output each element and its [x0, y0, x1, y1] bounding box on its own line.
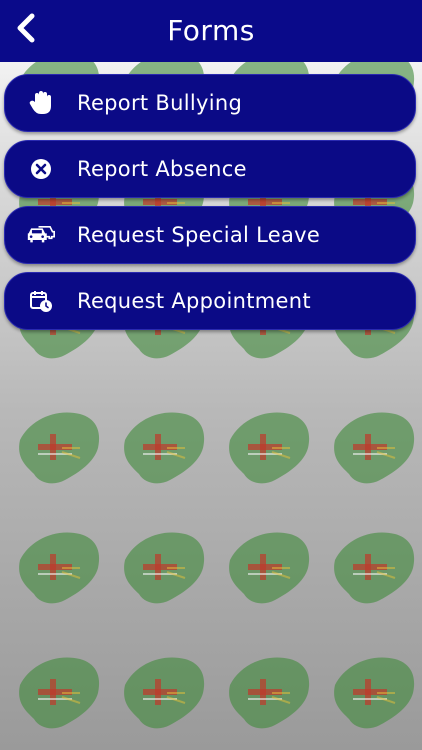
menu-item-label: Request Special Leave — [77, 223, 321, 247]
calendar-clock-icon — [27, 287, 55, 315]
report-bullying-button[interactable]: Report Bullying — [4, 74, 416, 132]
menu-item-label: Report Bullying — [77, 91, 243, 115]
request-special-leave-button[interactable]: Request Special Leave — [4, 206, 416, 264]
back-button[interactable] — [8, 10, 44, 46]
page-title: Forms — [167, 14, 255, 47]
header-bar: Forms — [0, 0, 422, 62]
forms-menu: Report Bullying Report Absence Request S… — [4, 74, 416, 338]
chevron-left-icon — [17, 13, 35, 43]
hand-stop-icon — [27, 89, 55, 117]
cars-icon — [27, 221, 55, 249]
menu-item-label: Report Absence — [77, 157, 247, 181]
menu-item-label: Request Appointment — [77, 289, 311, 313]
request-appointment-button[interactable]: Request Appointment — [4, 272, 416, 330]
forms-screen: Forms Report Bullying Report Absence Req… — [0, 0, 422, 750]
report-absence-button[interactable]: Report Absence — [4, 140, 416, 198]
circle-x-icon — [27, 155, 55, 183]
